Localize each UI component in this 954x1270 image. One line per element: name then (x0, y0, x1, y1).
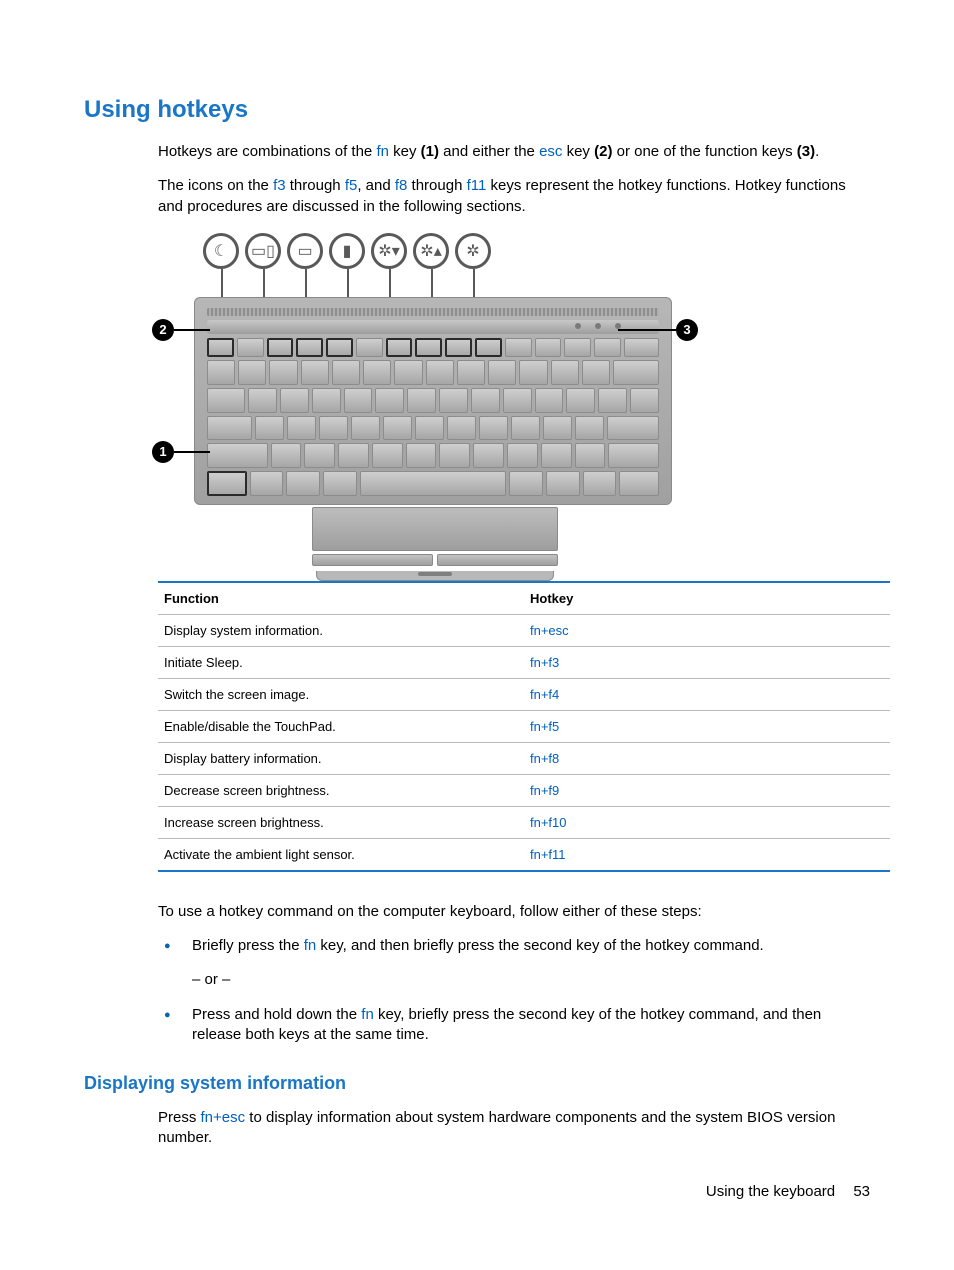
text: and either the (439, 143, 539, 160)
cell-hotkey: fn+f4 (524, 678, 890, 710)
cell-function: Display system information. (158, 614, 524, 646)
col-header-function: Function (158, 582, 524, 615)
ambient-light-icon: ✲ (455, 233, 491, 269)
cell-hotkey: fn+esc (524, 614, 890, 646)
text: to display information about system hard… (158, 1109, 835, 1146)
table-row: Activate the ambient light sensor.fn+f11 (158, 838, 890, 871)
brightness-down-icon: ✲▾ (371, 233, 407, 269)
text: key (562, 143, 594, 160)
cell-function: Increase screen brightness. (158, 806, 524, 838)
text: The icons on the (158, 177, 273, 194)
cell-hotkey: fn+f8 (524, 742, 890, 774)
key-f5: f5 (345, 177, 358, 194)
text: key (389, 143, 421, 160)
heading-displaying-system-information: Displaying system information (84, 1073, 870, 1094)
switch-screen-icon: ▭▯ (245, 233, 281, 269)
steps-lede: To use a hotkey command on the computer … (158, 902, 870, 922)
cell-hotkey: fn+f5 (524, 710, 890, 742)
text: Press (158, 1109, 201, 1126)
text: Press and hold down the (192, 1006, 361, 1023)
sysinfo-paragraph: Press fn+esc to display information abou… (158, 1108, 870, 1149)
battery-icon: ▮ (329, 233, 365, 269)
cell-hotkey: fn+f3 (524, 646, 890, 678)
intro-paragraph-2: The icons on the f3 through f5, and f8 t… (158, 176, 870, 217)
callout-2: 2 (152, 319, 174, 341)
page-footer: Using the keyboard 53 (706, 1183, 870, 1200)
brightness-up-icon: ✲▴ (413, 233, 449, 269)
callout-ref-1: (1) (421, 143, 439, 160)
list-item: Briefly press the fn key, and then brief… (158, 936, 870, 991)
cell-function: Initiate Sleep. (158, 646, 524, 678)
sleep-icon: ☾ (203, 233, 239, 269)
hotkey-icon-row: ☾ ▭▯ ▭ ▮ ✲▾ ✲▴ ✲ (203, 233, 491, 269)
cell-function: Enable/disable the TouchPad. (158, 710, 524, 742)
laptop-illustration (194, 297, 674, 567)
table-row: Switch the screen image.fn+f4 (158, 678, 890, 710)
cell-hotkey: fn+f9 (524, 774, 890, 806)
callout-1: 1 (152, 441, 174, 463)
key-f8: f8 (395, 177, 408, 194)
key-fn: fn (304, 937, 317, 954)
callout-line (174, 329, 210, 331)
table-row: Decrease screen brightness.fn+f9 (158, 774, 890, 806)
cell-function: Activate the ambient light sensor. (158, 838, 524, 871)
text: . (815, 143, 819, 160)
key-fn: fn (376, 143, 389, 160)
key-fn: fn (361, 1006, 374, 1023)
cell-hotkey: fn+f11 (524, 838, 890, 871)
text: through (407, 177, 466, 194)
touchpad-icon: ▭ (287, 233, 323, 269)
callout-ref-3: (3) (797, 143, 815, 160)
steps-list: Briefly press the fn key, and then brief… (158, 936, 870, 1045)
hotkey-fn-esc: fn+esc (201, 1109, 246, 1126)
text: Hotkeys are combinations of the (158, 143, 376, 160)
cell-function: Display battery information. (158, 742, 524, 774)
heading-using-hotkeys: Using hotkeys (84, 96, 870, 124)
cell-function: Switch the screen image. (158, 678, 524, 710)
text: or one of the function keys (612, 143, 796, 160)
callout-3: 3 (676, 319, 698, 341)
cell-function: Decrease screen brightness. (158, 774, 524, 806)
keyboard-figure: ☾ ▭▯ ▭ ▮ ✲▾ ✲▴ ✲ (158, 231, 698, 571)
key-f11: f11 (467, 177, 487, 194)
callout-ref-2: (2) (594, 143, 612, 160)
or-separator: – or – (192, 970, 870, 990)
callout-line (618, 329, 676, 331)
col-header-hotkey: Hotkey (524, 582, 890, 615)
table-row: Display system information.fn+esc (158, 614, 890, 646)
key-esc: esc (539, 143, 562, 160)
intro-paragraph-1: Hotkeys are combinations of the fn key (… (158, 142, 870, 162)
table-row: Enable/disable the TouchPad.fn+f5 (158, 710, 890, 742)
page-number: 53 (853, 1183, 870, 1200)
key-f3: f3 (273, 177, 286, 194)
cell-hotkey: fn+f10 (524, 806, 890, 838)
text: Briefly press the (192, 937, 304, 954)
text: key, and then briefly press the second k… (316, 937, 763, 954)
list-item: Press and hold down the fn key, briefly … (158, 1005, 870, 1046)
table-row: Increase screen brightness.fn+f10 (158, 806, 890, 838)
text: through (286, 177, 345, 194)
hotkey-table: Function Hotkey Display system informati… (158, 581, 890, 872)
text: , and (357, 177, 395, 194)
table-row: Initiate Sleep.fn+f3 (158, 646, 890, 678)
footer-section-label: Using the keyboard (706, 1183, 835, 1200)
callout-line (174, 451, 210, 453)
table-row: Display battery information.fn+f8 (158, 742, 890, 774)
